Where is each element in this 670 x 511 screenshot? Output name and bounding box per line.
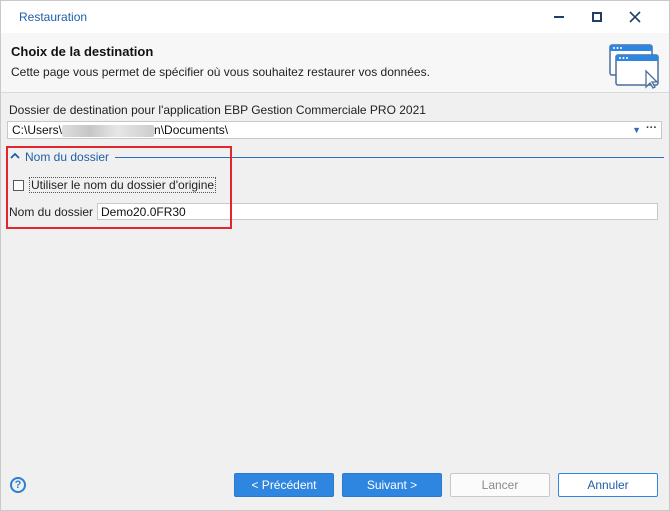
close-icon	[629, 11, 641, 23]
browse-ellipsis-button[interactable]: ···	[646, 122, 657, 134]
chevron-up-icon	[10, 152, 20, 159]
window-title: Restauration	[19, 10, 88, 24]
use-original-name-label[interactable]: Utiliser le nom du dossier d'origine	[29, 177, 217, 193]
page-subtitle: Cette page vous permet de spécifier où v…	[11, 65, 430, 79]
use-original-name-checkbox[interactable]	[13, 179, 24, 191]
page-title: Choix de la destination	[11, 44, 154, 59]
path-prefix: C:\Users\	[12, 123, 63, 137]
maximize-icon	[592, 12, 602, 22]
maximize-button[interactable]	[577, 1, 617, 33]
next-button[interactable]: Suivant >	[342, 473, 442, 497]
destination-label: Dossier de destination pour l'applicatio…	[9, 103, 426, 117]
close-button[interactable]	[615, 1, 655, 33]
restauration-dialog: Restauration Choix de la destination Cet…	[0, 0, 670, 511]
cancel-button[interactable]: Annuler	[558, 473, 658, 497]
minimize-button[interactable]	[539, 1, 579, 33]
folder-name-input[interactable]: Demo20.0FR30	[97, 203, 658, 220]
dropdown-arrow-icon[interactable]: ▼	[632, 125, 641, 135]
destination-path-field[interactable]: C:\Users\ n\Documents\ ▼ ···	[7, 121, 662, 139]
folder-name-label: Nom du dossier	[9, 205, 94, 219]
window-cursor-icon	[609, 44, 659, 89]
folder-section-header[interactable]: Nom du dossier	[9, 149, 664, 165]
previous-button[interactable]: < Précédent	[234, 473, 334, 497]
section-divider	[115, 157, 664, 158]
folder-section-title: Nom du dossier	[25, 150, 110, 164]
blurred-username	[62, 125, 155, 137]
main-content: Dossier de destination pour l'applicatio…	[1, 94, 669, 464]
help-icon[interactable]: ?	[10, 477, 26, 493]
use-original-name-checkbox-row[interactable]: Utiliser le nom du dossier d'origine	[13, 177, 217, 193]
launch-button[interactable]: Lancer	[450, 473, 550, 497]
page-header: Choix de la destination Cette page vous …	[1, 33, 669, 93]
path-suffix: n\Documents\	[154, 123, 229, 137]
title-bar: Restauration	[1, 1, 669, 33]
footer-bar: ? < Précédent Suivant > Lancer Annuler	[1, 464, 669, 510]
minimize-icon	[554, 16, 564, 18]
